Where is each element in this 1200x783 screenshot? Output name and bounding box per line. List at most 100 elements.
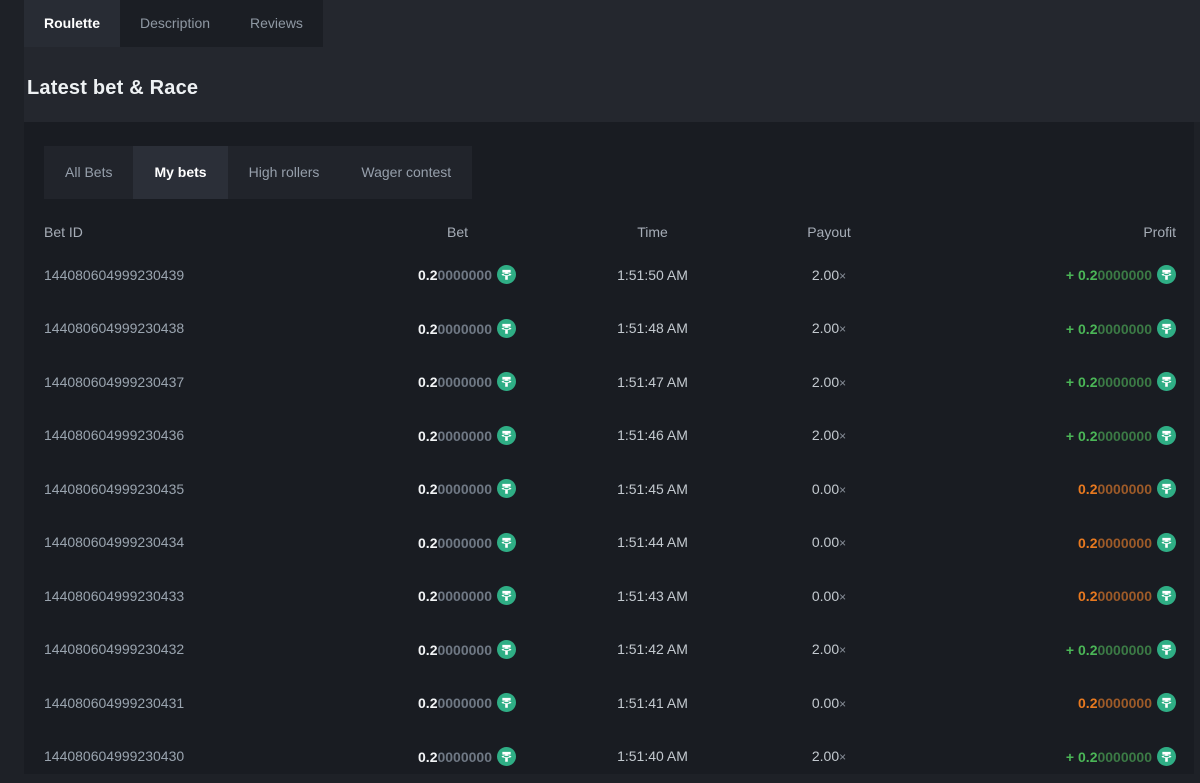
tab-reviews[interactable]: Reviews bbox=[230, 0, 323, 47]
section-title: Latest bet & Race bbox=[24, 47, 1200, 100]
bet-row[interactable]: 144080604999230432 0.20000000 1:51:42 AM… bbox=[44, 623, 1176, 677]
multiplier-sign: × bbox=[839, 429, 846, 443]
multiplier-sign: × bbox=[839, 269, 846, 283]
profit-cell: +0.20000000 bbox=[869, 426, 1176, 445]
bet-row[interactable]: 144080604999230434 0.20000000 1:51:44 AM… bbox=[44, 516, 1176, 570]
bet-row[interactable]: 144080604999230433 0.20000000 1:51:43 AM… bbox=[44, 569, 1176, 623]
bet-id-cell[interactable]: 144080604999230437 bbox=[44, 374, 394, 390]
multiplier-sign: × bbox=[839, 536, 846, 550]
profit-cell: +0.20000000 bbox=[869, 265, 1176, 284]
bet-id-cell[interactable]: 144080604999230435 bbox=[44, 481, 394, 497]
bet-id-cell[interactable]: 144080604999230436 bbox=[44, 427, 394, 443]
payout-cell: 2.00× bbox=[789, 374, 869, 390]
bet-id-cell[interactable]: 144080604999230438 bbox=[44, 320, 394, 336]
bet-row[interactable]: 144080604999230431 0.20000000 1:51:41 AM… bbox=[44, 676, 1176, 730]
bet-row[interactable]: 144080604999230437 0.20000000 1:51:47 AM… bbox=[44, 355, 1176, 409]
multiplier-sign: × bbox=[839, 322, 846, 336]
tether-coin-icon bbox=[1157, 533, 1176, 552]
bet-amount-cell: 0.20000000 bbox=[394, 372, 516, 391]
profit-cell: +0.20000000 bbox=[869, 372, 1176, 391]
table-body: 144080604999230439 0.20000000 1:51:50 AM… bbox=[44, 248, 1176, 783]
profit-cell: +0.20000000 bbox=[869, 640, 1176, 659]
bet-time-cell: 1:51:41 AM bbox=[516, 695, 789, 711]
multiplier-sign: × bbox=[839, 697, 846, 711]
tether-coin-icon bbox=[497, 533, 516, 552]
multiplier-sign: × bbox=[839, 750, 846, 764]
profit-cell: 0.20000000 bbox=[869, 586, 1176, 605]
bet-time-cell: 1:51:50 AM bbox=[516, 267, 789, 283]
tab-description[interactable]: Description bbox=[120, 0, 230, 47]
tether-coin-icon bbox=[497, 640, 516, 659]
bet-amount-cell: 0.20000000 bbox=[394, 747, 516, 766]
table-header: Bet ID Bet Time Payout Profit bbox=[44, 224, 1176, 240]
tab-high-rollers[interactable]: High rollers bbox=[228, 146, 341, 199]
tether-coin-icon bbox=[1157, 426, 1176, 445]
bet-row[interactable]: 144080604999230430 0.20000000 1:51:40 AM… bbox=[44, 730, 1176, 783]
tether-coin-icon bbox=[1157, 265, 1176, 284]
tether-coin-icon bbox=[1157, 319, 1176, 338]
bet-row[interactable]: 144080604999230438 0.20000000 1:51:48 AM… bbox=[44, 302, 1176, 356]
bet-row[interactable]: 144080604999230435 0.20000000 1:51:45 AM… bbox=[44, 462, 1176, 516]
bet-row[interactable]: 144080604999230436 0.20000000 1:51:46 AM… bbox=[44, 409, 1176, 463]
bet-amount-cell: 0.20000000 bbox=[394, 319, 516, 338]
tether-coin-icon bbox=[497, 693, 516, 712]
game-tabs: Roulette Description Reviews bbox=[24, 0, 323, 47]
tether-coin-icon bbox=[497, 372, 516, 391]
payout-cell: 2.00× bbox=[789, 267, 869, 283]
profit-cell: 0.20000000 bbox=[869, 693, 1176, 712]
bet-id-cell[interactable]: 144080604999230432 bbox=[44, 641, 394, 657]
bet-time-cell: 1:51:40 AM bbox=[516, 748, 789, 764]
multiplier-sign: × bbox=[839, 376, 846, 390]
bet-time-cell: 1:51:48 AM bbox=[516, 320, 789, 336]
multiplier-sign: × bbox=[839, 483, 846, 497]
bet-amount-cell: 0.20000000 bbox=[394, 265, 516, 284]
multiplier-sign: × bbox=[839, 643, 846, 657]
profit-cell: 0.20000000 bbox=[869, 479, 1176, 498]
tether-coin-icon bbox=[497, 319, 516, 338]
profit-cell: +0.20000000 bbox=[869, 319, 1176, 338]
bet-time-cell: 1:51:46 AM bbox=[516, 427, 789, 443]
tether-coin-icon bbox=[497, 747, 516, 766]
tether-coin-icon bbox=[1157, 747, 1176, 766]
payout-cell: 0.00× bbox=[789, 481, 869, 497]
header-time: Time bbox=[516, 224, 789, 240]
tab-wager-contest[interactable]: Wager contest bbox=[340, 146, 472, 199]
bet-amount-cell: 0.20000000 bbox=[394, 693, 516, 712]
header-bet-id: Bet ID bbox=[44, 224, 394, 240]
bet-time-cell: 1:51:45 AM bbox=[516, 481, 789, 497]
header-payout: Payout bbox=[789, 224, 869, 240]
bet-amount-cell: 0.20000000 bbox=[394, 586, 516, 605]
tether-coin-icon bbox=[1157, 479, 1176, 498]
header-bet: Bet bbox=[394, 224, 516, 240]
profit-cell: +0.20000000 bbox=[869, 747, 1176, 766]
tether-coin-icon bbox=[1157, 693, 1176, 712]
bet-time-cell: 1:51:44 AM bbox=[516, 534, 789, 550]
profit-cell: 0.20000000 bbox=[869, 533, 1176, 552]
bet-amount-cell: 0.20000000 bbox=[394, 426, 516, 445]
bet-id-cell[interactable]: 144080604999230430 bbox=[44, 748, 394, 764]
bet-id-cell[interactable]: 144080604999230434 bbox=[44, 534, 394, 550]
tab-all-bets[interactable]: All Bets bbox=[44, 146, 133, 199]
tether-coin-icon bbox=[497, 426, 516, 445]
page-header-band: Roulette Description Reviews Latest bet … bbox=[24, 0, 1200, 122]
tether-coin-icon bbox=[497, 586, 516, 605]
payout-cell: 2.00× bbox=[789, 427, 869, 443]
bet-amount-cell: 0.20000000 bbox=[394, 533, 516, 552]
payout-cell: 0.00× bbox=[789, 588, 869, 604]
bet-time-cell: 1:51:47 AM bbox=[516, 374, 789, 390]
tab-roulette[interactable]: Roulette bbox=[24, 0, 120, 47]
bets-filter-tabs: All Bets My bets High rollers Wager cont… bbox=[44, 146, 472, 199]
payout-cell: 2.00× bbox=[789, 748, 869, 764]
tether-coin-icon bbox=[1157, 640, 1176, 659]
bet-row[interactable]: 144080604999230439 0.20000000 1:51:50 AM… bbox=[44, 248, 1176, 302]
payout-cell: 0.00× bbox=[789, 534, 869, 550]
bet-id-cell[interactable]: 144080604999230431 bbox=[44, 695, 394, 711]
bet-time-cell: 1:51:43 AM bbox=[516, 588, 789, 604]
bet-amount-cell: 0.20000000 bbox=[394, 479, 516, 498]
header-profit: Profit bbox=[869, 224, 1176, 240]
bet-id-cell[interactable]: 144080604999230433 bbox=[44, 588, 394, 604]
tab-my-bets[interactable]: My bets bbox=[133, 146, 227, 199]
tether-coin-icon bbox=[497, 265, 516, 284]
bet-id-cell[interactable]: 144080604999230439 bbox=[44, 267, 394, 283]
bet-time-cell: 1:51:42 AM bbox=[516, 641, 789, 657]
